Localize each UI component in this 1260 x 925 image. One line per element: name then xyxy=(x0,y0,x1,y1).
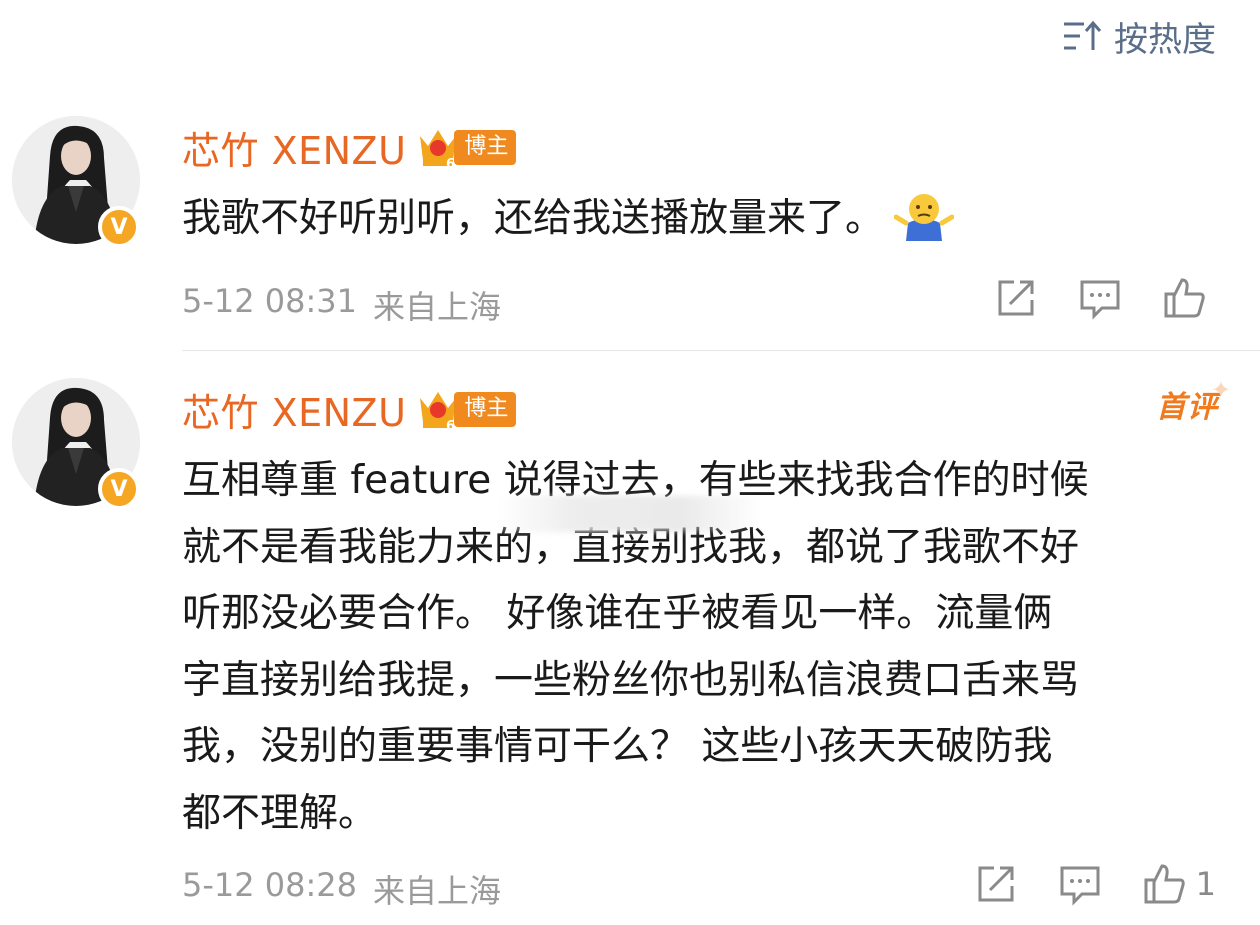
comment-divider xyxy=(182,350,1260,351)
comment-text-line: 听那没必要合作。 好像谁在乎被看见一样。流量俩 xyxy=(182,591,1053,636)
repost-button[interactable] xyxy=(994,276,1038,320)
username[interactable]: 芯竹 XENZU xyxy=(182,382,406,437)
comment-text: 我歌不好听别听，还给我送播放量来了。 xyxy=(182,186,1232,262)
username[interactable]: 芯竹 XENZU xyxy=(182,120,406,175)
sort-label: 按热度 xyxy=(1114,19,1216,60)
comment-meta: 5-12 08:28 来自上海 xyxy=(182,866,501,912)
blogger-tag: 博主 xyxy=(454,129,517,165)
comment-actions xyxy=(994,276,1216,320)
repost-icon xyxy=(978,866,1014,902)
comment-location: 来自上海 xyxy=(373,288,502,326)
sort-by-hot-button[interactable]: 按热度 xyxy=(1062,14,1216,60)
repost-button[interactable] xyxy=(974,862,1018,906)
comment-actions: 1 xyxy=(974,862,1216,906)
first-comment-label: 首评 ✦ xyxy=(1156,376,1232,425)
thumbs-up-icon xyxy=(1164,278,1205,318)
comment-text-line: 字直接别给我提，一些粉丝你也别私信浪费口舌来骂 xyxy=(182,657,1080,703)
repost-icon xyxy=(998,280,1034,316)
sort-icon xyxy=(1064,20,1102,50)
like-count: 1 xyxy=(1195,865,1216,903)
comment-date: 5-12 08:31 xyxy=(182,282,358,320)
comment-icon xyxy=(1060,866,1100,906)
redaction-blur xyxy=(496,496,761,532)
like-button[interactable]: 1 xyxy=(1142,862,1216,906)
verified-badge: V xyxy=(98,206,140,248)
comment-icon xyxy=(1080,280,1120,320)
blogger-tag: 博主 xyxy=(454,391,517,427)
shrug-emoji-icon xyxy=(893,189,955,262)
sparkle-icon: ✦ xyxy=(1210,376,1232,404)
verified-badge: V xyxy=(98,468,140,510)
comment-item: V 芯竹 XENZU 6 博主 首评 ✦ 互相尊重 feature 说得过去，有些… xyxy=(0,372,1260,925)
like-button[interactable] xyxy=(1162,276,1216,320)
thumbs-up-icon xyxy=(1144,864,1185,904)
comment-item: V 芯竹 XENZU 6 博主 我歌不好听别听，还给我送播放量来了。 5-12 … xyxy=(0,110,1260,350)
comment-text-line: 我，没别的重要事情可干么？ 这些小孩天天破防我 xyxy=(182,724,1053,769)
comment-text-line: 都不理解。 xyxy=(182,790,378,836)
reply-button[interactable] xyxy=(1058,862,1102,906)
reply-button[interactable] xyxy=(1078,276,1122,320)
blogger-badge: 6 博主 xyxy=(416,124,517,170)
comment-meta: 5-12 08:31 来自上海 xyxy=(182,282,501,328)
blogger-badge: 6 博主 xyxy=(416,386,517,432)
comment-date: 5-12 08:28 xyxy=(182,866,358,904)
comment-location: 来自上海 xyxy=(373,872,502,910)
